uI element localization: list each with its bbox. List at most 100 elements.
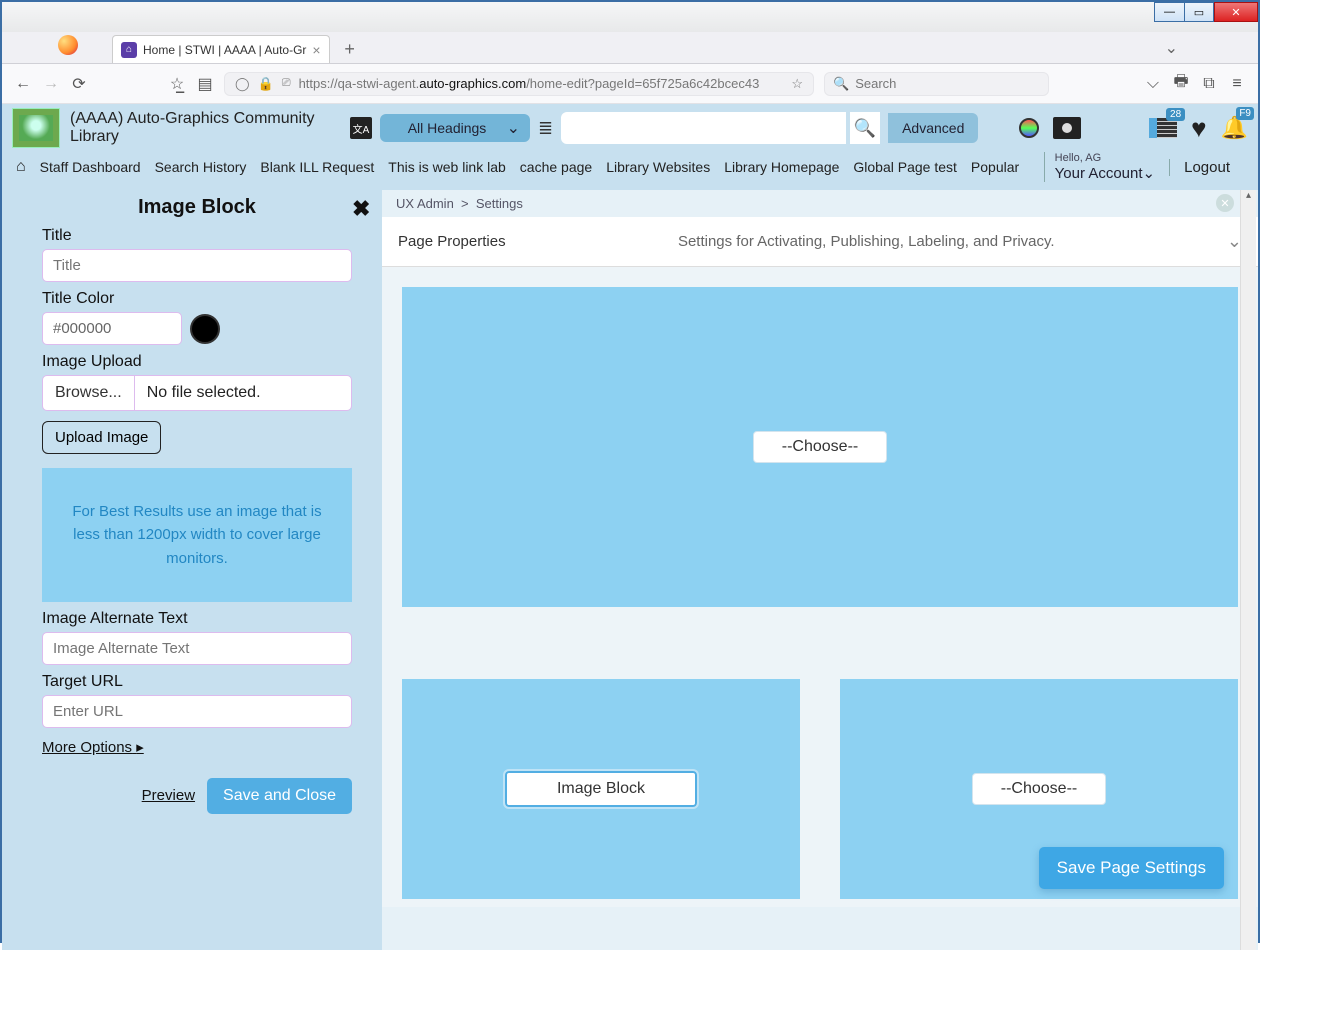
close-panel-icon[interactable]: ✖	[352, 196, 370, 222]
layout-slot-full[interactable]: --Choose--	[402, 287, 1238, 607]
window-maximize-button[interactable]: ▭	[1184, 2, 1214, 22]
hello-user: Hello, AG	[1055, 152, 1101, 164]
favorites-icon[interactable]: ♥	[1191, 113, 1206, 144]
breadcrumb-settings[interactable]: Settings	[476, 196, 523, 211]
preview-link[interactable]: Preview	[142, 787, 195, 804]
scroll-up-icon[interactable]: ▴	[1241, 190, 1256, 201]
alt-text-label: Image Alternate Text	[42, 610, 352, 628]
slot-dropdown-big[interactable]: --Choose--	[753, 431, 887, 463]
main-nav: ⌂ Staff Dashboard Search History Blank I…	[2, 148, 1258, 190]
firefox-icon	[58, 35, 78, 55]
panel-close-icon[interactable]: ✕	[1216, 194, 1234, 212]
url-bar[interactable]: ◯ 🔒 ⎚ https://qa-stwi-agent.auto-graphic…	[224, 72, 814, 96]
search-icon: 🔍	[833, 76, 849, 92]
sidebar-title: Image Block	[42, 196, 352, 219]
print-icon[interactable]: 🖶	[1172, 70, 1190, 97]
alt-text-input[interactable]	[42, 632, 352, 665]
caret-right-icon: ▸	[136, 739, 144, 756]
file-status: No file selected.	[135, 376, 273, 410]
tab-list-chevron-icon[interactable]: ⌄	[1165, 38, 1178, 58]
search-placeholder: Search	[855, 76, 896, 91]
title-input[interactable]	[42, 249, 352, 282]
catalog-search-input[interactable]	[561, 112, 846, 144]
title-color-label: Title Color	[42, 290, 352, 308]
logout-link[interactable]: Logout	[1169, 159, 1244, 176]
slot-dropdown-right[interactable]: --Choose--	[972, 773, 1106, 805]
reload-icon[interactable]: ⟳	[70, 74, 88, 94]
sidebar-panel: Image Block ✖ Title Title Color Image Up…	[2, 190, 382, 950]
translate-icon[interactable]: 文A	[350, 117, 372, 139]
hamburger-menu-icon[interactable]: ≡	[1228, 75, 1246, 93]
library-logo[interactable]	[12, 108, 60, 148]
window-titlebar: — ▭ ✕	[2, 2, 1258, 32]
bookmark-save-icon[interactable]: ☆̲	[168, 74, 186, 94]
nav-cache-page[interactable]: cache page	[520, 159, 592, 175]
layout-slot-left[interactable]: Image Block	[402, 679, 800, 899]
shield-icon: ◯	[235, 76, 250, 92]
nav-back-icon[interactable]: ←	[14, 75, 32, 93]
more-options-link[interactable]: More Options ▸	[42, 738, 352, 756]
permissions-icon: ⎚	[282, 77, 291, 90]
nav-web-link-lab[interactable]: This is web link lab	[388, 159, 506, 175]
browser-tab[interactable]: ⌂ Home | STWI | AAAA | Auto-Gr ×	[112, 35, 330, 63]
page-properties-title: Page Properties	[398, 233, 506, 250]
browser-toolbar: ← → ⟳ ☆̲ ▤ ◯ 🔒 ⎚ https://qa-stwi-agent.a…	[2, 64, 1258, 104]
window-minimize-button[interactable]: —	[1154, 2, 1184, 22]
home-icon[interactable]: ⌂	[16, 158, 26, 176]
color-swatch[interactable]	[190, 314, 220, 344]
advanced-search-button[interactable]: Advanced	[888, 113, 978, 143]
nav-search-history[interactable]: Search History	[155, 159, 247, 175]
window-close-button[interactable]: ✕	[1214, 2, 1258, 22]
browser-search-box[interactable]: 🔍 Search	[824, 72, 1049, 96]
breadcrumb-ux-admin[interactable]: UX Admin	[396, 196, 454, 211]
app-header: (AAAA) Auto-Graphics Community Library 文…	[2, 104, 1258, 148]
browser-tab-strip: ⌂ Home | STWI | AAAA | Auto-Gr × + ⌄	[2, 32, 1258, 64]
nav-blank-ill[interactable]: Blank ILL Request	[260, 159, 374, 175]
target-url-input[interactable]	[42, 695, 352, 728]
id-card-icon	[1149, 118, 1177, 138]
badge-count: 28	[1166, 108, 1185, 121]
library-icon[interactable]: ▤	[196, 74, 214, 94]
f9-badge: F9	[1236, 107, 1254, 120]
save-page-settings-button[interactable]: Save Page Settings	[1039, 847, 1224, 889]
breadcrumb: UX Admin > Settings	[382, 190, 1258, 217]
page-properties-bar[interactable]: Page Properties Settings for Activating,…	[382, 217, 1258, 267]
lock-icon: 🔒	[258, 76, 274, 92]
nav-forward-icon: →	[42, 75, 60, 93]
database-icon[interactable]: ≣	[538, 118, 553, 139]
title-color-input[interactable]	[42, 312, 182, 345]
nav-global-page-test[interactable]: Global Page test	[853, 159, 957, 175]
tab-title: Home | STWI | AAAA | Auto-Gr	[143, 43, 306, 57]
title-label: Title	[42, 227, 352, 245]
url-text: https://qa-stwi-agent.auto-graphics.com/…	[299, 76, 760, 91]
account-menu[interactable]: Hello, AG Your Account⌄	[1044, 152, 1155, 182]
extensions-icon[interactable]: ⧉	[1200, 75, 1218, 93]
file-input[interactable]: Browse... No file selected.	[42, 375, 352, 411]
tab-close-icon[interactable]: ×	[312, 42, 320, 58]
nav-popular[interactable]: Popular	[971, 159, 1019, 175]
nav-library-homepage[interactable]: Library Homepage	[724, 159, 839, 175]
nav-staff-dashboard[interactable]: Staff Dashboard	[40, 159, 141, 175]
your-account-label: Your Account	[1055, 165, 1143, 182]
headings-dropdown[interactable]: All Headings	[380, 114, 530, 142]
image-upload-label: Image Upload	[42, 353, 352, 371]
bookmark-star-icon[interactable]: ☆	[791, 76, 803, 92]
browse-button[interactable]: Browse...	[43, 376, 135, 410]
id-card-button[interactable]: 28	[1149, 118, 1177, 138]
vertical-scrollbar[interactable]: ▴	[1240, 190, 1256, 950]
favicon-icon: ⌂	[121, 42, 137, 58]
chevron-down-icon: ⌄	[1143, 165, 1156, 182]
page-canvas: --Choose-- Image Block --Choose-- Save P…	[382, 267, 1258, 907]
new-tab-button[interactable]: +	[336, 35, 364, 63]
target-url-label: Target URL	[42, 673, 352, 691]
nav-library-websites[interactable]: Library Websites	[606, 159, 710, 175]
search-button-icon[interactable]: 🔍	[850, 112, 880, 144]
pocket-icon[interactable]: ⌵	[1144, 75, 1162, 93]
save-and-close-button[interactable]: Save and Close	[207, 778, 352, 814]
camera-icon[interactable]	[1053, 117, 1081, 139]
lightbulb-icon[interactable]	[1019, 118, 1039, 138]
upload-image-button[interactable]: Upload Image	[42, 421, 161, 454]
library-name: (AAAA) Auto-Graphics Community Library	[70, 110, 330, 147]
main-panel: UX Admin > Settings ✕ Page Properties Se…	[382, 190, 1258, 950]
slot-dropdown-left[interactable]: Image Block	[505, 771, 697, 807]
